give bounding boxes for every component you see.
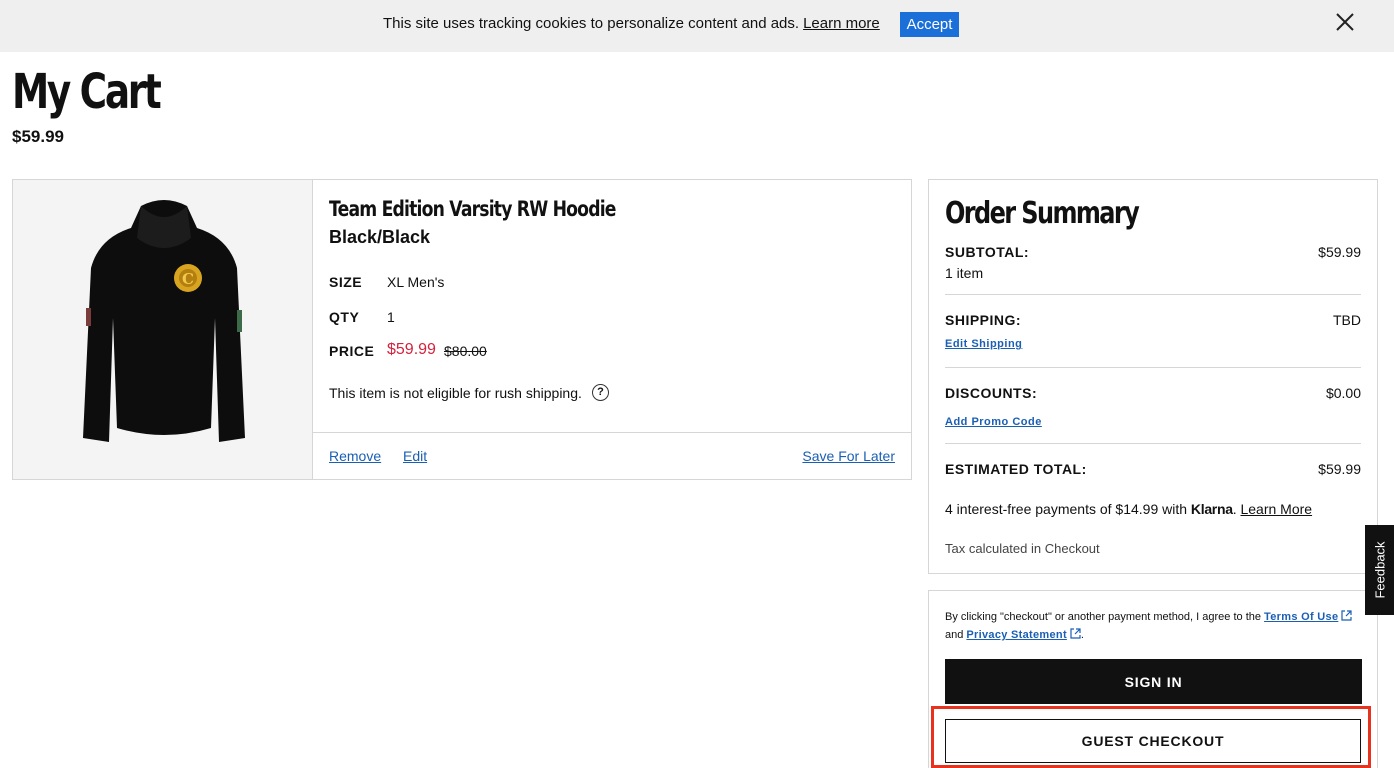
klarna-message: 4 interest-free payments of $14.99 with … <box>945 501 1312 517</box>
privacy-statement-link[interactable]: Privacy Statement <box>966 629 1066 641</box>
help-icon[interactable]: ? <box>592 384 609 401</box>
hoodie-product-image[interactable]: C <box>13 180 313 479</box>
klarna-period: . <box>1232 501 1237 517</box>
rush-shipping-note: This item is not eligible for rush shipp… <box>329 385 582 401</box>
tax-note: Tax calculated in Checkout <box>945 541 1100 556</box>
legal-suffix: . <box>1080 629 1084 641</box>
external-link-icon <box>1070 627 1081 639</box>
size-label: SIZE <box>329 274 363 290</box>
item-actions: Remove Edit Save For Later <box>313 432 911 479</box>
subtotal-label: SUBTOTAL: <box>945 244 1030 260</box>
add-promo-code-link[interactable]: Add Promo Code <box>945 416 1042 428</box>
size-value: XL Men's <box>387 274 445 290</box>
svg-text:C: C <box>182 270 194 288</box>
klarna-logo: Klarna <box>1190 501 1233 517</box>
cookie-accept-button[interactable]: Accept <box>900 12 959 37</box>
cookie-banner: This site uses tracking cookies to perso… <box>0 0 1394 52</box>
order-summary-title: Order Summary <box>945 196 1140 231</box>
edit-link[interactable]: Edit <box>403 448 427 464</box>
feedback-label: Feedback <box>1372 541 1387 599</box>
klarna-learn-more-link[interactable]: Learn More <box>1240 501 1312 517</box>
cookie-learn-more-link[interactable]: Learn more <box>803 15 880 32</box>
original-price: $80.00 <box>444 343 487 359</box>
divider <box>945 367 1361 368</box>
estimated-total-value: $59.99 <box>1318 461 1361 477</box>
save-for-later-link[interactable]: Save For Later <box>802 448 895 464</box>
estimated-total-label: ESTIMATED TOTAL: <box>945 461 1087 477</box>
sale-price: $59.99 <box>387 341 436 358</box>
discounts-value: $0.00 <box>1325 385 1361 401</box>
qty-value: 1 <box>387 309 395 325</box>
price-label: PRICE <box>329 343 375 359</box>
cart-item: C Team Edition Varsity RW Hoodie Black/B… <box>12 179 912 480</box>
discounts-label: DISCOUNTS: <box>945 385 1038 401</box>
cart-total: $59.99 <box>12 127 64 146</box>
divider <box>945 443 1361 444</box>
order-summary: Order Summary SUBTOTAL: $59.99 1 item SH… <box>928 179 1378 574</box>
shipping-label: SHIPPING: <box>945 312 1022 328</box>
shipping-value: TBD <box>1333 312 1361 328</box>
legal-and: and <box>945 629 964 641</box>
remove-link[interactable]: Remove <box>329 448 381 464</box>
legal-prefix: By clicking "checkout" or another paymen… <box>945 611 1261 623</box>
edit-shipping-link[interactable]: Edit Shipping <box>945 338 1022 350</box>
qty-label: QTY <box>329 309 360 325</box>
subtotal-value: $59.99 <box>1318 244 1361 260</box>
close-icon[interactable] <box>1333 10 1357 34</box>
page-title: My Cart <box>12 64 162 120</box>
terms-of-use-link[interactable]: Terms Of Use <box>1264 611 1338 623</box>
feedback-tab[interactable]: Feedback <box>1365 525 1394 615</box>
item-name[interactable]: Team Edition Varsity RW Hoodie <box>329 197 616 221</box>
klarna-text: 4 interest-free payments of $14.99 with <box>945 501 1188 517</box>
item-color: Black/Black <box>329 227 431 247</box>
cookie-banner-text: This site uses tracking cookies to perso… <box>383 15 800 32</box>
external-link-icon <box>1341 609 1352 621</box>
divider <box>945 294 1361 295</box>
checkout-legal-text: By clicking "checkout" or another paymen… <box>945 608 1365 644</box>
sign-in-button[interactable]: SIGN IN <box>945 659 1362 704</box>
item-count: 1 item <box>945 265 984 281</box>
guest-checkout-button[interactable]: GUEST CHECKOUT <box>945 719 1361 763</box>
cookie-banner-message: This site uses tracking cookies to perso… <box>383 15 880 32</box>
